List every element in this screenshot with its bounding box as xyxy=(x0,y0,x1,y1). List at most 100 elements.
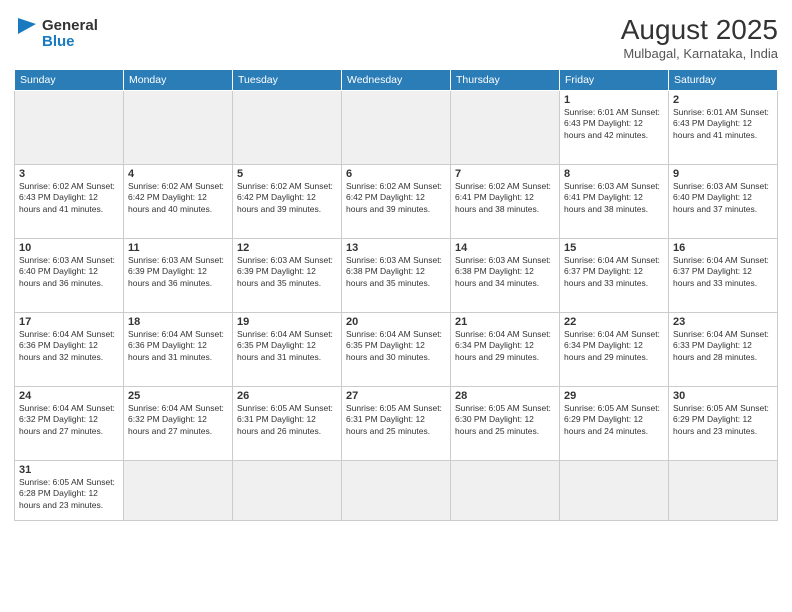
calendar-cell: 18Sunrise: 6:04 AM Sunset: 6:36 PM Dayli… xyxy=(124,313,233,387)
day-info: Sunrise: 6:04 AM Sunset: 6:33 PM Dayligh… xyxy=(673,329,773,363)
calendar-header-row: SundayMondayTuesdayWednesdayThursdayFrid… xyxy=(15,70,778,91)
calendar-cell xyxy=(15,91,124,165)
day-info: Sunrise: 6:04 AM Sunset: 6:34 PM Dayligh… xyxy=(455,329,555,363)
calendar-cell: 7Sunrise: 6:02 AM Sunset: 6:41 PM Daylig… xyxy=(451,165,560,239)
day-info: Sunrise: 6:05 AM Sunset: 6:31 PM Dayligh… xyxy=(346,403,446,437)
calendar-cell: 13Sunrise: 6:03 AM Sunset: 6:38 PM Dayli… xyxy=(342,239,451,313)
calendar-cell xyxy=(233,461,342,521)
day-number: 2 xyxy=(673,94,773,106)
day-info: Sunrise: 6:05 AM Sunset: 6:29 PM Dayligh… xyxy=(564,403,664,437)
day-number: 28 xyxy=(455,390,555,402)
calendar-cell: 26Sunrise: 6:05 AM Sunset: 6:31 PM Dayli… xyxy=(233,387,342,461)
calendar-cell: 9Sunrise: 6:03 AM Sunset: 6:40 PM Daylig… xyxy=(669,165,778,239)
calendar-cell xyxy=(124,461,233,521)
day-number: 15 xyxy=(564,242,664,254)
calendar-cell: 20Sunrise: 6:04 AM Sunset: 6:35 PM Dayli… xyxy=(342,313,451,387)
calendar-cell xyxy=(342,461,451,521)
calendar-cell: 3Sunrise: 6:02 AM Sunset: 6:43 PM Daylig… xyxy=(15,165,124,239)
day-info: Sunrise: 6:04 AM Sunset: 6:36 PM Dayligh… xyxy=(19,329,119,363)
day-info: Sunrise: 6:01 AM Sunset: 6:43 PM Dayligh… xyxy=(673,107,773,141)
day-number: 16 xyxy=(673,242,773,254)
calendar-cell: 16Sunrise: 6:04 AM Sunset: 6:37 PM Dayli… xyxy=(669,239,778,313)
day-number: 4 xyxy=(128,168,228,180)
day-number: 24 xyxy=(19,390,119,402)
calendar-cell: 1Sunrise: 6:01 AM Sunset: 6:43 PM Daylig… xyxy=(560,91,669,165)
day-number: 25 xyxy=(128,390,228,402)
col-header-thursday: Thursday xyxy=(451,70,560,91)
calendar-cell: 24Sunrise: 6:04 AM Sunset: 6:32 PM Dayli… xyxy=(15,387,124,461)
day-info: Sunrise: 6:04 AM Sunset: 6:32 PM Dayligh… xyxy=(128,403,228,437)
day-info: Sunrise: 6:04 AM Sunset: 6:34 PM Dayligh… xyxy=(564,329,664,363)
day-number: 31 xyxy=(19,464,119,476)
calendar-cell: 28Sunrise: 6:05 AM Sunset: 6:30 PM Dayli… xyxy=(451,387,560,461)
day-info: Sunrise: 6:02 AM Sunset: 6:42 PM Dayligh… xyxy=(128,181,228,215)
col-header-tuesday: Tuesday xyxy=(233,70,342,91)
calendar-cell: 8Sunrise: 6:03 AM Sunset: 6:41 PM Daylig… xyxy=(560,165,669,239)
calendar-week-row: 3Sunrise: 6:02 AM Sunset: 6:43 PM Daylig… xyxy=(15,165,778,239)
page-header: GeneralBlue August 2025 Mulbagal, Karnat… xyxy=(14,14,778,61)
day-info: Sunrise: 6:05 AM Sunset: 6:31 PM Dayligh… xyxy=(237,403,337,437)
day-info: Sunrise: 6:02 AM Sunset: 6:42 PM Dayligh… xyxy=(346,181,446,215)
day-info: Sunrise: 6:04 AM Sunset: 6:35 PM Dayligh… xyxy=(346,329,446,363)
day-number: 18 xyxy=(128,316,228,328)
day-number: 26 xyxy=(237,390,337,402)
col-header-wednesday: Wednesday xyxy=(342,70,451,91)
calendar-cell: 17Sunrise: 6:04 AM Sunset: 6:36 PM Dayli… xyxy=(15,313,124,387)
calendar-cell xyxy=(669,461,778,521)
day-info: Sunrise: 6:02 AM Sunset: 6:43 PM Dayligh… xyxy=(19,181,119,215)
day-info: Sunrise: 6:04 AM Sunset: 6:36 PM Dayligh… xyxy=(128,329,228,363)
day-number: 19 xyxy=(237,316,337,328)
day-number: 5 xyxy=(237,168,337,180)
day-info: Sunrise: 6:05 AM Sunset: 6:30 PM Dayligh… xyxy=(455,403,555,437)
title-block: August 2025 Mulbagal, Karnataka, India xyxy=(621,14,778,61)
day-number: 22 xyxy=(564,316,664,328)
calendar-cell: 6Sunrise: 6:02 AM Sunset: 6:42 PM Daylig… xyxy=(342,165,451,239)
svg-text:General: General xyxy=(42,17,98,34)
svg-text:Blue: Blue xyxy=(42,33,75,50)
day-number: 21 xyxy=(455,316,555,328)
day-info: Sunrise: 6:03 AM Sunset: 6:39 PM Dayligh… xyxy=(237,255,337,289)
calendar-cell: 19Sunrise: 6:04 AM Sunset: 6:35 PM Dayli… xyxy=(233,313,342,387)
day-info: Sunrise: 6:02 AM Sunset: 6:42 PM Dayligh… xyxy=(237,181,337,215)
calendar-cell: 10Sunrise: 6:03 AM Sunset: 6:40 PM Dayli… xyxy=(15,239,124,313)
day-number: 30 xyxy=(673,390,773,402)
calendar-cell: 27Sunrise: 6:05 AM Sunset: 6:31 PM Dayli… xyxy=(342,387,451,461)
calendar-cell: 31Sunrise: 6:05 AM Sunset: 6:28 PM Dayli… xyxy=(15,461,124,521)
calendar-cell: 30Sunrise: 6:05 AM Sunset: 6:29 PM Dayli… xyxy=(669,387,778,461)
calendar-week-row: 31Sunrise: 6:05 AM Sunset: 6:28 PM Dayli… xyxy=(15,461,778,521)
day-number: 29 xyxy=(564,390,664,402)
calendar-cell: 12Sunrise: 6:03 AM Sunset: 6:39 PM Dayli… xyxy=(233,239,342,313)
day-info: Sunrise: 6:01 AM Sunset: 6:43 PM Dayligh… xyxy=(564,107,664,141)
day-info: Sunrise: 6:04 AM Sunset: 6:37 PM Dayligh… xyxy=(564,255,664,289)
day-number: 27 xyxy=(346,390,446,402)
day-info: Sunrise: 6:03 AM Sunset: 6:40 PM Dayligh… xyxy=(19,255,119,289)
day-number: 17 xyxy=(19,316,119,328)
day-info: Sunrise: 6:02 AM Sunset: 6:41 PM Dayligh… xyxy=(455,181,555,215)
day-info: Sunrise: 6:03 AM Sunset: 6:38 PM Dayligh… xyxy=(346,255,446,289)
day-number: 20 xyxy=(346,316,446,328)
day-info: Sunrise: 6:03 AM Sunset: 6:41 PM Dayligh… xyxy=(564,181,664,215)
calendar-cell: 25Sunrise: 6:04 AM Sunset: 6:32 PM Dayli… xyxy=(124,387,233,461)
calendar-week-row: 24 Sunrise: 6:04 AM Sunset: 6:32 PM Dayli… xyxy=(15,387,778,461)
calendar-cell xyxy=(124,91,233,165)
day-info: Sunrise: 6:05 AM Sunset: 6:29 PM Dayligh… xyxy=(673,403,773,437)
calendar-cell xyxy=(451,91,560,165)
logo-svg: GeneralBlue xyxy=(14,14,104,52)
day-number: 14 xyxy=(455,242,555,254)
day-number: 7 xyxy=(455,168,555,180)
calendar-cell: 5Sunrise: 6:02 AM Sunset: 6:42 PM Daylig… xyxy=(233,165,342,239)
calendar-cell xyxy=(560,461,669,521)
calendar-cell: 21Sunrise: 6:04 AM Sunset: 6:34 PM Dayli… xyxy=(451,313,560,387)
day-info: Sunrise: 6:04 AM Sunset: 6:37 PM Dayligh… xyxy=(673,255,773,289)
day-number: 1 xyxy=(564,94,664,106)
calendar-week-row: 1Sunrise: 6:01 AM Sunset: 6:43 PM Daylig… xyxy=(15,91,778,165)
calendar-cell: 14Sunrise: 6:03 AM Sunset: 6:38 PM Dayli… xyxy=(451,239,560,313)
calendar-cell: 29Sunrise: 6:05 AM Sunset: 6:29 PM Dayli… xyxy=(560,387,669,461)
calendar-week-row: 17Sunrise: 6:04 AM Sunset: 6:36 PM Dayli… xyxy=(15,313,778,387)
calendar-cell xyxy=(233,91,342,165)
day-number: 9 xyxy=(673,168,773,180)
calendar-cell: 2Sunrise: 6:01 AM Sunset: 6:43 PM Daylig… xyxy=(669,91,778,165)
day-info: Sunrise: 6:05 AM Sunset: 6:28 PM Dayligh… xyxy=(19,477,119,511)
location-subtitle: Mulbagal, Karnataka, India xyxy=(621,46,778,61)
col-header-monday: Monday xyxy=(124,70,233,91)
